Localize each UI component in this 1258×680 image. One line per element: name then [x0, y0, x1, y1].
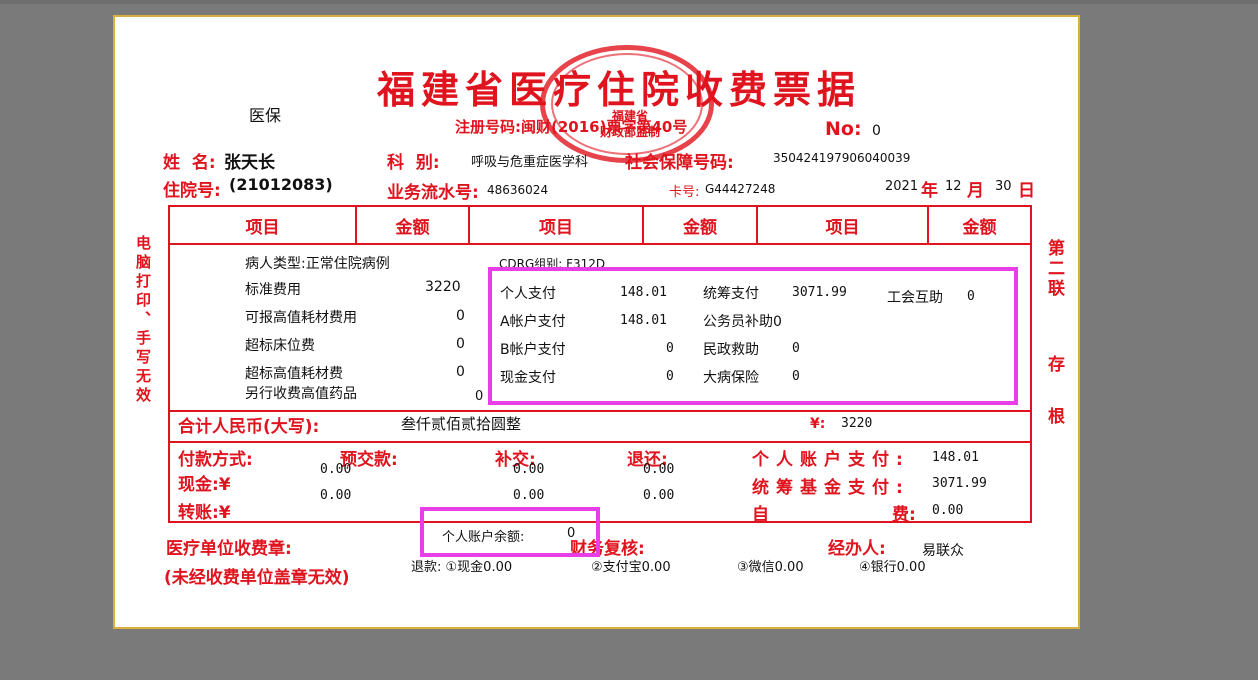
extra-drug-label: 另行收费高值药品: [245, 386, 357, 402]
header-amount-2: 金额: [683, 218, 717, 238]
operator-value: 易联众: [922, 543, 964, 559]
personal-account-label: 个人账户支付:: [752, 450, 910, 470]
hv-value: 0: [456, 308, 465, 324]
receipt-paper: 福建省 财政部监制 福建省医疗住院收费票据 医保 注册号码:闽财(2016)票字…: [113, 15, 1080, 629]
over-hv-label: 超标高值耗材费: [245, 366, 343, 382]
payment-method-label: 付款方式:: [178, 450, 253, 470]
refund-cash: 0.00: [643, 462, 675, 477]
prepay-cash: 0.00: [320, 462, 352, 477]
name-value: 张天长: [224, 153, 275, 173]
personal-account-value: 148.01: [932, 450, 979, 465]
left-print-note: 电脑打印、手写无效: [134, 235, 152, 406]
seal-label: 医疗单位收费章:: [166, 539, 292, 559]
pooled-fund-label: 统筹基金支付:: [752, 478, 910, 498]
hv-label: 可报高值耗材费用: [245, 310, 357, 326]
no-label: No:: [825, 118, 862, 140]
top-strip: [0, 0, 1258, 4]
dept-value: 呼吸与危重症医学科: [471, 155, 589, 170]
dept-label: 科 别:: [387, 153, 440, 173]
no-value: 0: [872, 123, 881, 139]
pooled-fund-value: 3071.99: [932, 476, 987, 491]
self-pay-label-b: 费:: [892, 505, 916, 525]
balance-highlight-box: [420, 507, 600, 557]
header-item-2: 项目: [539, 218, 573, 238]
transfer-label: 转账:¥: [178, 503, 231, 523]
over-hv-value: 0: [456, 364, 465, 380]
total-symbol: ¥:: [810, 416, 826, 432]
extra-drug-value: 0: [475, 389, 484, 404]
name-label: 姓 名:: [163, 153, 216, 173]
header-item-3: 项目: [825, 218, 860, 238]
refund-wechat: ③微信0.00: [737, 560, 804, 575]
registration-number: 注册号码:闽财(2016)票字第40号: [455, 118, 688, 136]
date-year: 2021: [885, 179, 919, 194]
self-pay-value: 0.00: [932, 503, 964, 518]
ssn-value: 350424197906040039: [773, 151, 911, 165]
supplement-transfer: 0.00: [513, 488, 545, 503]
day-unit: 日: [1018, 181, 1035, 201]
payment-highlight-box: [488, 267, 1018, 405]
receipt-title: 福建省医疗住院收费票据: [377, 67, 862, 112]
refund-bank: ④银行0.00: [859, 560, 926, 575]
header-amount-3: 金额: [962, 218, 997, 238]
serial-label: 业务流水号:: [387, 183, 479, 203]
supplement-cash: 0.00: [513, 462, 545, 477]
insurance-type: 医保: [249, 106, 282, 125]
card-value: G44427248: [705, 182, 776, 196]
right-copy-note: 第二联: [1044, 239, 1064, 299]
year-unit: 年: [921, 181, 938, 201]
header-amount-1: 金额: [395, 218, 430, 238]
std-fee-label: 标准费用: [245, 282, 301, 298]
prepay-transfer: 0.00: [320, 488, 352, 503]
bed-label: 超标床位费: [245, 338, 315, 354]
header-item-1: 项目: [245, 218, 280, 238]
patient-type: 病人类型:正常住院病例: [245, 256, 390, 272]
ssn-label: 社会保障号码:: [625, 153, 734, 173]
total-words: 叁仟贰佰贰拾圆整: [401, 415, 522, 433]
month-unit: 月: [967, 181, 984, 201]
refund-line: 退款: ①现金0.00: [411, 560, 513, 575]
card-label: 卡号:: [669, 185, 700, 200]
admission-value: (21012083): [229, 175, 333, 194]
total-label: 合计人民币(大写):: [178, 417, 320, 437]
seal-note: (未经收费单位盖章无效): [164, 568, 350, 588]
date-day: 30: [995, 179, 1012, 194]
right-note-bot: 根: [1044, 407, 1064, 424]
total-value: 3220: [841, 416, 873, 431]
right-note-mid: 存: [1044, 355, 1064, 372]
refund-alipay: ②支付宝0.00: [591, 560, 671, 575]
admission-label: 住院号:: [163, 181, 221, 201]
self-pay-label-a: 自: [752, 505, 769, 525]
bed-value: 0: [456, 336, 465, 352]
cash-label: 现金:¥: [178, 475, 231, 495]
refund-transfer: 0.00: [643, 488, 675, 503]
date-month: 12: [945, 179, 962, 194]
std-fee-value: 3220: [425, 279, 461, 295]
serial-value: 48636024: [487, 183, 549, 197]
